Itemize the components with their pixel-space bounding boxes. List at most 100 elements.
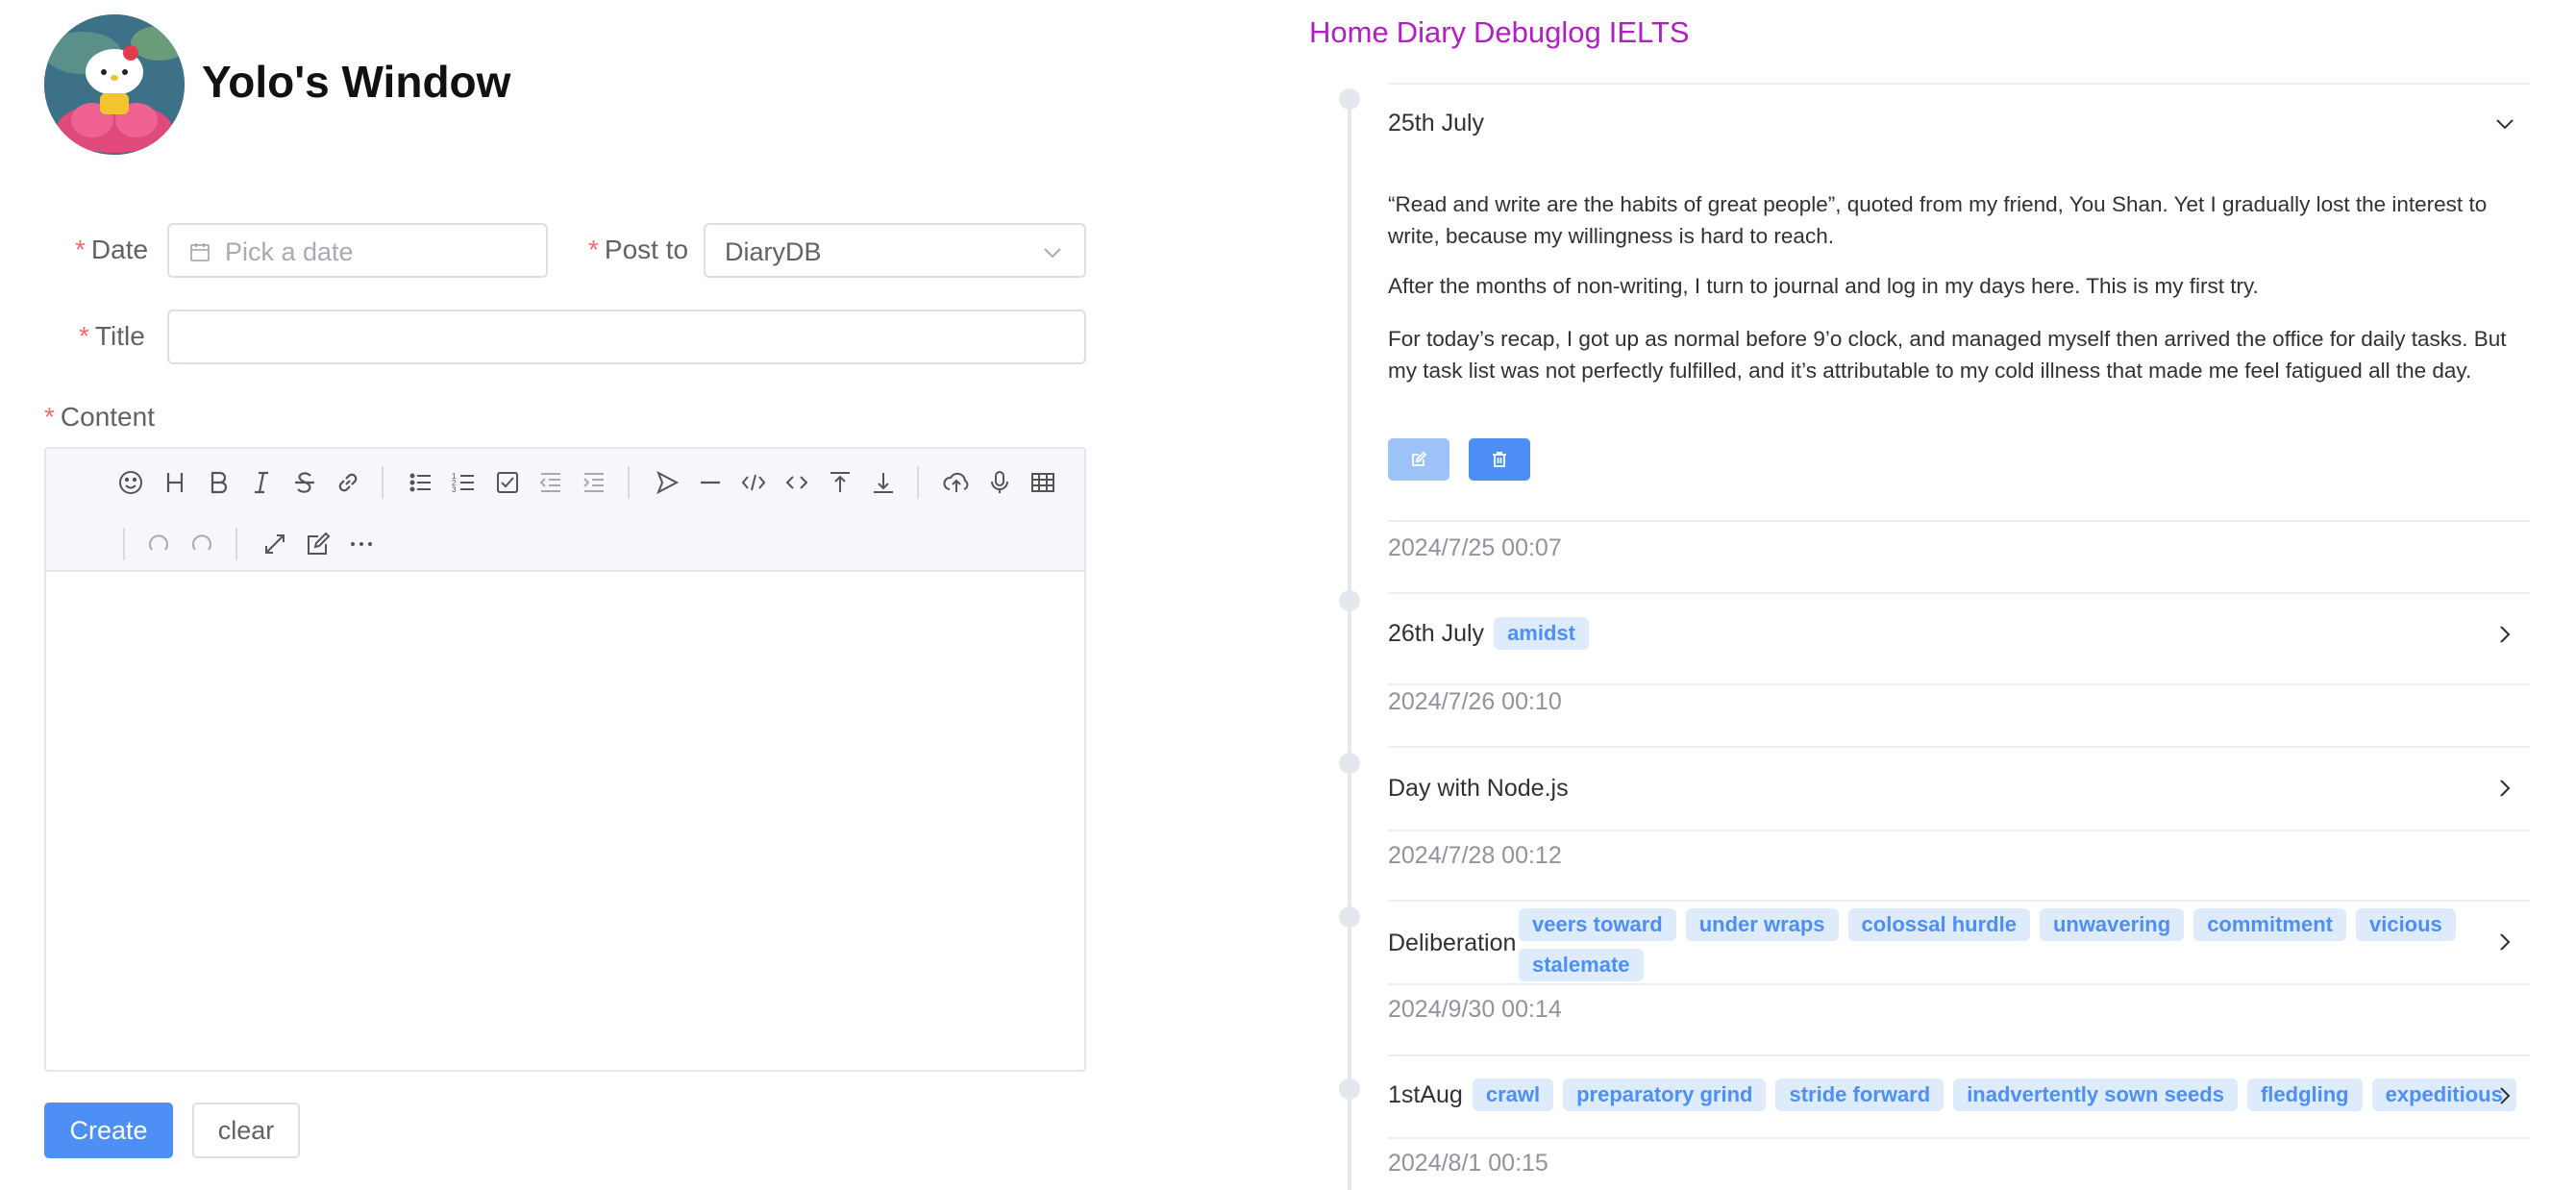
entry-paragraph: “Read and write are the habits of great … xyxy=(1388,192,2488,248)
entry-header[interactable]: Day with Node.js xyxy=(1388,775,1569,803)
nav-ielts[interactable]: IELTS xyxy=(1609,15,1690,49)
clear-button[interactable]: clear xyxy=(192,1103,300,1158)
chevron-right-icon[interactable] xyxy=(2493,777,2516,805)
link-icon[interactable] xyxy=(329,463,367,502)
ordered-list-icon[interactable]: 123 xyxy=(445,463,483,502)
divider xyxy=(1388,520,2530,522)
quote-icon[interactable] xyxy=(648,463,686,502)
avatar xyxy=(44,14,185,155)
line-icon[interactable] xyxy=(691,463,730,502)
indent-icon[interactable] xyxy=(575,463,613,502)
timeline-dot xyxy=(1339,590,1360,611)
required-mark: * xyxy=(75,235,86,264)
divider xyxy=(1388,900,2530,902)
post-to-label: * Post to xyxy=(588,235,688,265)
entry-timestamp: 2024/7/26 00:10 xyxy=(1388,688,1562,715)
insert-before-icon[interactable] xyxy=(821,463,859,502)
divider xyxy=(1388,1137,2530,1139)
nav-debuglog[interactable]: Debuglog xyxy=(1474,15,1601,49)
svg-text:3: 3 xyxy=(452,485,457,494)
keyword-tag: amidst xyxy=(1494,617,1589,650)
keyword-tag: vicious xyxy=(2355,908,2456,941)
toolbar-divider xyxy=(235,528,237,560)
entry-timestamp: 2024/9/30 00:14 xyxy=(1388,996,1562,1023)
more-icon[interactable] xyxy=(342,525,381,563)
site-title: Yolo's Window xyxy=(202,57,511,107)
upload-icon[interactable] xyxy=(937,463,976,502)
entry-timestamp: 2024/8/1 00:15 xyxy=(1388,1150,1548,1177)
create-button[interactable]: Create xyxy=(44,1103,173,1158)
toolbar-divider xyxy=(917,466,919,499)
keyword-tag: colossal hurdle xyxy=(1847,908,2030,941)
top-nav: Home Diary Debuglog IELTS xyxy=(1309,15,1697,50)
keyword-tag: veers toward xyxy=(1519,908,1676,941)
nav-diary[interactable]: Diary xyxy=(1397,15,1466,49)
record-icon[interactable] xyxy=(980,463,1019,502)
chevron-right-icon[interactable] xyxy=(2493,623,2516,651)
keyword-tag: stalemate xyxy=(1519,949,1644,981)
tag-list: veers toward under wraps colossal hurdle… xyxy=(1509,908,2470,981)
entry-title: Deliberation xyxy=(1388,930,1517,956)
editor-textarea[interactable] xyxy=(46,572,1084,1072)
inline-code-icon[interactable] xyxy=(778,463,816,502)
post-to-label-text: Post to xyxy=(604,235,689,264)
delete-button[interactable] xyxy=(1469,438,1530,481)
emoji-icon[interactable] xyxy=(111,463,150,502)
edit-button[interactable] xyxy=(1388,438,1449,481)
entry-timestamp: 2024/7/28 00:12 xyxy=(1388,842,1562,869)
edit-icon xyxy=(1412,451,1427,466)
keyword-tag: crawl xyxy=(1472,1078,1554,1111)
italic-icon[interactable] xyxy=(242,463,281,502)
strike-icon[interactable] xyxy=(285,463,324,502)
keyword-tag: inadvertently sown seeds xyxy=(1953,1078,2238,1111)
timeline-dot xyxy=(1339,753,1360,774)
required-mark: * xyxy=(79,321,89,351)
nav-home[interactable]: Home xyxy=(1309,15,1389,49)
divider xyxy=(1388,1054,2530,1056)
trash-icon xyxy=(1493,452,1506,467)
undo-icon[interactable] xyxy=(139,525,178,563)
date-picker-input[interactable]: Pick a date xyxy=(167,223,548,278)
chevron-down-icon[interactable] xyxy=(2493,112,2516,140)
required-mark: * xyxy=(588,235,599,264)
chevron-down-icon xyxy=(1042,242,1063,268)
post-to-select[interactable]: DiaryDB xyxy=(704,223,1086,278)
entry-header[interactable]: 25th July xyxy=(1388,110,1484,137)
divider xyxy=(1388,830,2530,831)
date-placeholder: Pick a date xyxy=(225,237,354,266)
check-icon[interactable] xyxy=(488,463,527,502)
divider xyxy=(1388,83,2530,85)
table-icon[interactable] xyxy=(1024,463,1062,502)
chevron-right-icon[interactable] xyxy=(2493,930,2516,958)
outdent-icon[interactable] xyxy=(532,463,570,502)
entry-header[interactable]: 1stAug crawl preparatory grind stride fo… xyxy=(1388,1078,2516,1111)
date-label-text: Date xyxy=(90,235,149,264)
calendar-icon xyxy=(188,240,211,268)
insert-after-icon[interactable] xyxy=(864,463,903,502)
bold-icon[interactable] xyxy=(199,463,237,502)
title-label-text: Title xyxy=(94,321,145,351)
entry-header[interactable]: 26th July amidst xyxy=(1388,617,1589,650)
chevron-right-icon[interactable] xyxy=(2493,1084,2516,1112)
title-input[interactable] xyxy=(167,310,1086,364)
entry-title: 25th July xyxy=(1388,110,1485,136)
code-icon[interactable] xyxy=(734,463,773,502)
content-label: * Content xyxy=(44,402,155,433)
entry-title: Day with Node.js xyxy=(1388,775,1569,802)
unordered-list-icon[interactable] xyxy=(402,463,440,502)
keyword-tag: preparatory grind xyxy=(1563,1078,1767,1111)
timeline-dot xyxy=(1339,906,1360,928)
keyword-tag: unwavering xyxy=(2039,908,2185,941)
timeline-dot xyxy=(1339,88,1360,110)
header-icon[interactable] xyxy=(156,463,194,502)
fullscreen-icon[interactable] xyxy=(256,525,294,563)
markdown-editor: 123 xyxy=(44,447,1086,1072)
divider xyxy=(1388,983,2530,985)
redo-icon[interactable] xyxy=(183,525,221,563)
edit-mode-icon[interactable] xyxy=(299,525,337,563)
entry-header[interactable]: Deliberation veers toward under wraps co… xyxy=(1388,908,2474,981)
divider xyxy=(1388,746,2530,748)
toolbar-divider xyxy=(628,466,630,499)
entry-paragraph: For today’s recap, I got up as normal be… xyxy=(1388,327,2507,383)
date-label: * Date xyxy=(75,235,148,265)
